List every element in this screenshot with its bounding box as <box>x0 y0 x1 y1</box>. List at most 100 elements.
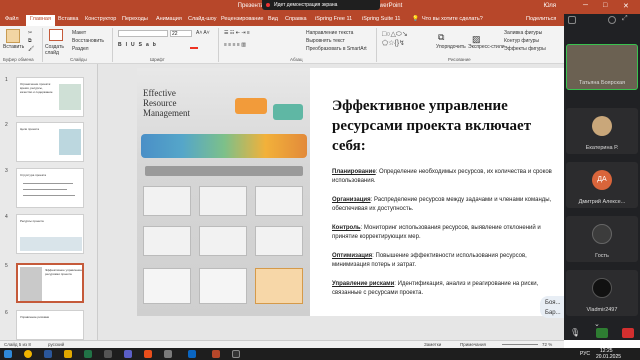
smartart-button[interactable]: Преобразовать в SmartArt <box>306 46 367 52</box>
shapes-gallery[interactable]: □○△⬭↘ ⬠☆{}↯ <box>382 30 432 50</box>
app-icon[interactable] <box>232 350 240 358</box>
screen-share-icon[interactable] <box>596 328 608 338</box>
tab-animation[interactable]: Анимация <box>156 16 182 22</box>
language-status[interactable]: русский <box>48 342 64 347</box>
chrome-icon[interactable] <box>24 350 32 358</box>
tab-ispring-suite[interactable]: iSpring Suite 11 <box>362 16 400 22</box>
align-text-button[interactable]: Выровнять текст <box>306 38 345 44</box>
cut-icon[interactable]: ✂ <box>28 30 32 36</box>
bullet-optimization[interactable]: Оптимизация: Повышение эффективности исп… <box>332 252 564 270</box>
app-icon[interactable] <box>144 350 152 358</box>
tab-ispring-free[interactable]: iSpring Free 11 <box>315 16 352 22</box>
tab-design[interactable]: Конструктор <box>85 16 116 22</box>
section-button[interactable]: Раздел <box>72 46 89 52</box>
clock-date[interactable]: 20.01.2025 <box>596 354 621 360</box>
font-color-icon[interactable] <box>190 43 198 49</box>
new-slide-icon[interactable] <box>49 29 63 41</box>
search-box[interactable]: Что вы хотите сделать? <box>422 16 483 22</box>
reset-button[interactable]: Восстановить <box>72 38 104 44</box>
zoom-level[interactable]: 72 % <box>542 342 552 347</box>
slide-thumbnail-1[interactable]: Ограничение проекта: время, ресурсы, кач… <box>16 77 84 117</box>
input-language[interactable]: РУС <box>580 351 590 357</box>
notes-button[interactable]: Заметки <box>424 342 441 347</box>
bullet-control[interactable]: Контроль: Мониторинг использования ресур… <box>332 224 564 242</box>
layout-icon[interactable] <box>568 16 576 24</box>
slide-thumbnail-6[interactable]: Управление рисками <box>16 310 84 340</box>
end-call-icon[interactable] <box>622 328 634 338</box>
tab-slideshow[interactable]: Слайд-шоу <box>188 16 217 22</box>
settings-icon[interactable] <box>608 16 616 24</box>
tab-insert[interactable]: Вставка <box>58 16 78 22</box>
user-name[interactable]: Юля <box>543 3 556 9</box>
share-button[interactable]: Поделиться <box>526 16 556 22</box>
maximize-button[interactable]: □ <box>603 2 607 9</box>
minimize-button[interactable]: ─ <box>583 2 588 9</box>
screen-share-banner[interactable]: Идет демонстрация экрана <box>262 0 380 10</box>
bullet-planning[interactable]: Планирование: Определение необходимых ре… <box>332 168 564 186</box>
thumb-image <box>20 237 82 251</box>
infographic-title: Effective Resource Management <box>143 88 190 118</box>
express-styles-button[interactable]: Экспресс-стили <box>468 44 505 50</box>
participant-tile-4[interactable]: Гость <box>566 216 638 262</box>
slide-thumbnail-2[interactable]: Цели проекта <box>16 122 84 162</box>
infographic-orange-tab <box>235 98 267 114</box>
font-grow-icon[interactable]: A˄ A˅ <box>196 30 210 36</box>
app-icon[interactable] <box>188 350 196 358</box>
infographic-image: Effective Resource Management <box>137 68 310 316</box>
expand-icon[interactable]: ⤢ <box>622 15 628 23</box>
copy-icon[interactable]: ⧉ <box>28 38 32 44</box>
participant-tile-1[interactable]: Татьяна Боярская <box>566 44 638 90</box>
tab-view[interactable]: Вид <box>268 16 278 22</box>
shape-fill-button[interactable]: Заливка фигуры <box>504 30 542 36</box>
tab-home[interactable]: Главная <box>26 15 55 26</box>
microphone-icon[interactable]: 🎙 <box>570 328 580 338</box>
slide-title[interactable]: Эффективное управление ресурсами проекта… <box>332 96 564 156</box>
participant-tile-5[interactable]: Vladmir2497 <box>566 270 638 316</box>
arrange-button[interactable]: Упорядочить <box>436 44 466 50</box>
bullet-term: Контроль <box>332 225 361 231</box>
tab-review[interactable]: Рецензирование <box>221 16 263 22</box>
status-bar: Слайд 5 из 8 русский Заметки Примечания … <box>0 340 564 348</box>
shape-outline-button[interactable]: Контур фигуры <box>504 38 539 44</box>
excel-icon[interactable] <box>84 350 92 358</box>
format-painter-icon[interactable]: 🖌 <box>28 46 34 52</box>
bullet-risk-management[interactable]: Управление рисками: Идентификация, анали… <box>332 280 564 298</box>
explorer-icon[interactable] <box>64 350 72 358</box>
arrange-icon[interactable]: ⧉ <box>438 32 444 43</box>
align-buttons-icon[interactable]: ≡ ≡ ≡ ≡ ▥ <box>224 42 246 48</box>
font-size-field[interactable]: 22 <box>170 30 192 37</box>
tab-transitions[interactable]: Переходы <box>122 16 148 22</box>
ribbon-home: Вставить ✂ ⧉ 🖌 Буфер обмена Создать слай… <box>0 26 564 64</box>
teams-icon[interactable] <box>124 350 132 358</box>
powerpoint-icon[interactable] <box>212 350 220 358</box>
infographic-card <box>199 268 247 304</box>
tab-file[interactable]: Файл <box>5 16 19 22</box>
participant-tile-3[interactable]: ДА Дмитрий Алексе... <box>566 162 638 208</box>
font-name-field[interactable] <box>118 30 168 37</box>
word-icon[interactable] <box>44 350 52 358</box>
text-direction-button[interactable]: Направление текста <box>306 30 353 36</box>
participant-tile-2[interactable]: Екатерина Р. <box>566 108 638 154</box>
windows-start-icon[interactable] <box>4 350 12 358</box>
paste-button[interactable]: Вставить <box>3 44 24 50</box>
shape-effects-button[interactable]: Эффекты фигуры <box>504 46 546 52</box>
lightbulb-icon: 💡 <box>412 16 419 22</box>
paste-icon[interactable] <box>6 29 20 43</box>
app-icon[interactable] <box>104 350 112 358</box>
bullet-organization[interactable]: Организация: Распределение ресурсов межд… <box>332 196 564 214</box>
comments-button[interactable]: Примечания <box>460 342 486 347</box>
list-buttons-icon[interactable]: ☰ ☷ ⇤ ⇥ ≡ <box>224 30 250 36</box>
zoom-slider[interactable] <box>502 344 538 345</box>
chevron-down-icon[interactable]: ⌄ <box>594 320 600 328</box>
slide-thumbnail-5[interactable]: Эффективное управление ресурсами проекта <box>16 263 84 303</box>
participant-name: Дмитрий Алексе... <box>578 199 626 205</box>
close-button[interactable]: ✕ <box>623 2 629 10</box>
app-icon[interactable] <box>164 350 172 358</box>
tab-help[interactable]: Справка <box>285 16 307 22</box>
layout-button[interactable]: Макет <box>72 30 86 36</box>
font-format-buttons[interactable]: BIUSab <box>118 42 160 48</box>
thumb-image <box>59 84 81 110</box>
new-slide-button[interactable]: Создать слайд <box>45 44 69 56</box>
slide-thumbnail-3[interactable]: Структура проекта <box>16 168 84 208</box>
slide-thumbnail-4[interactable]: Ресурсы проекта <box>16 214 84 254</box>
